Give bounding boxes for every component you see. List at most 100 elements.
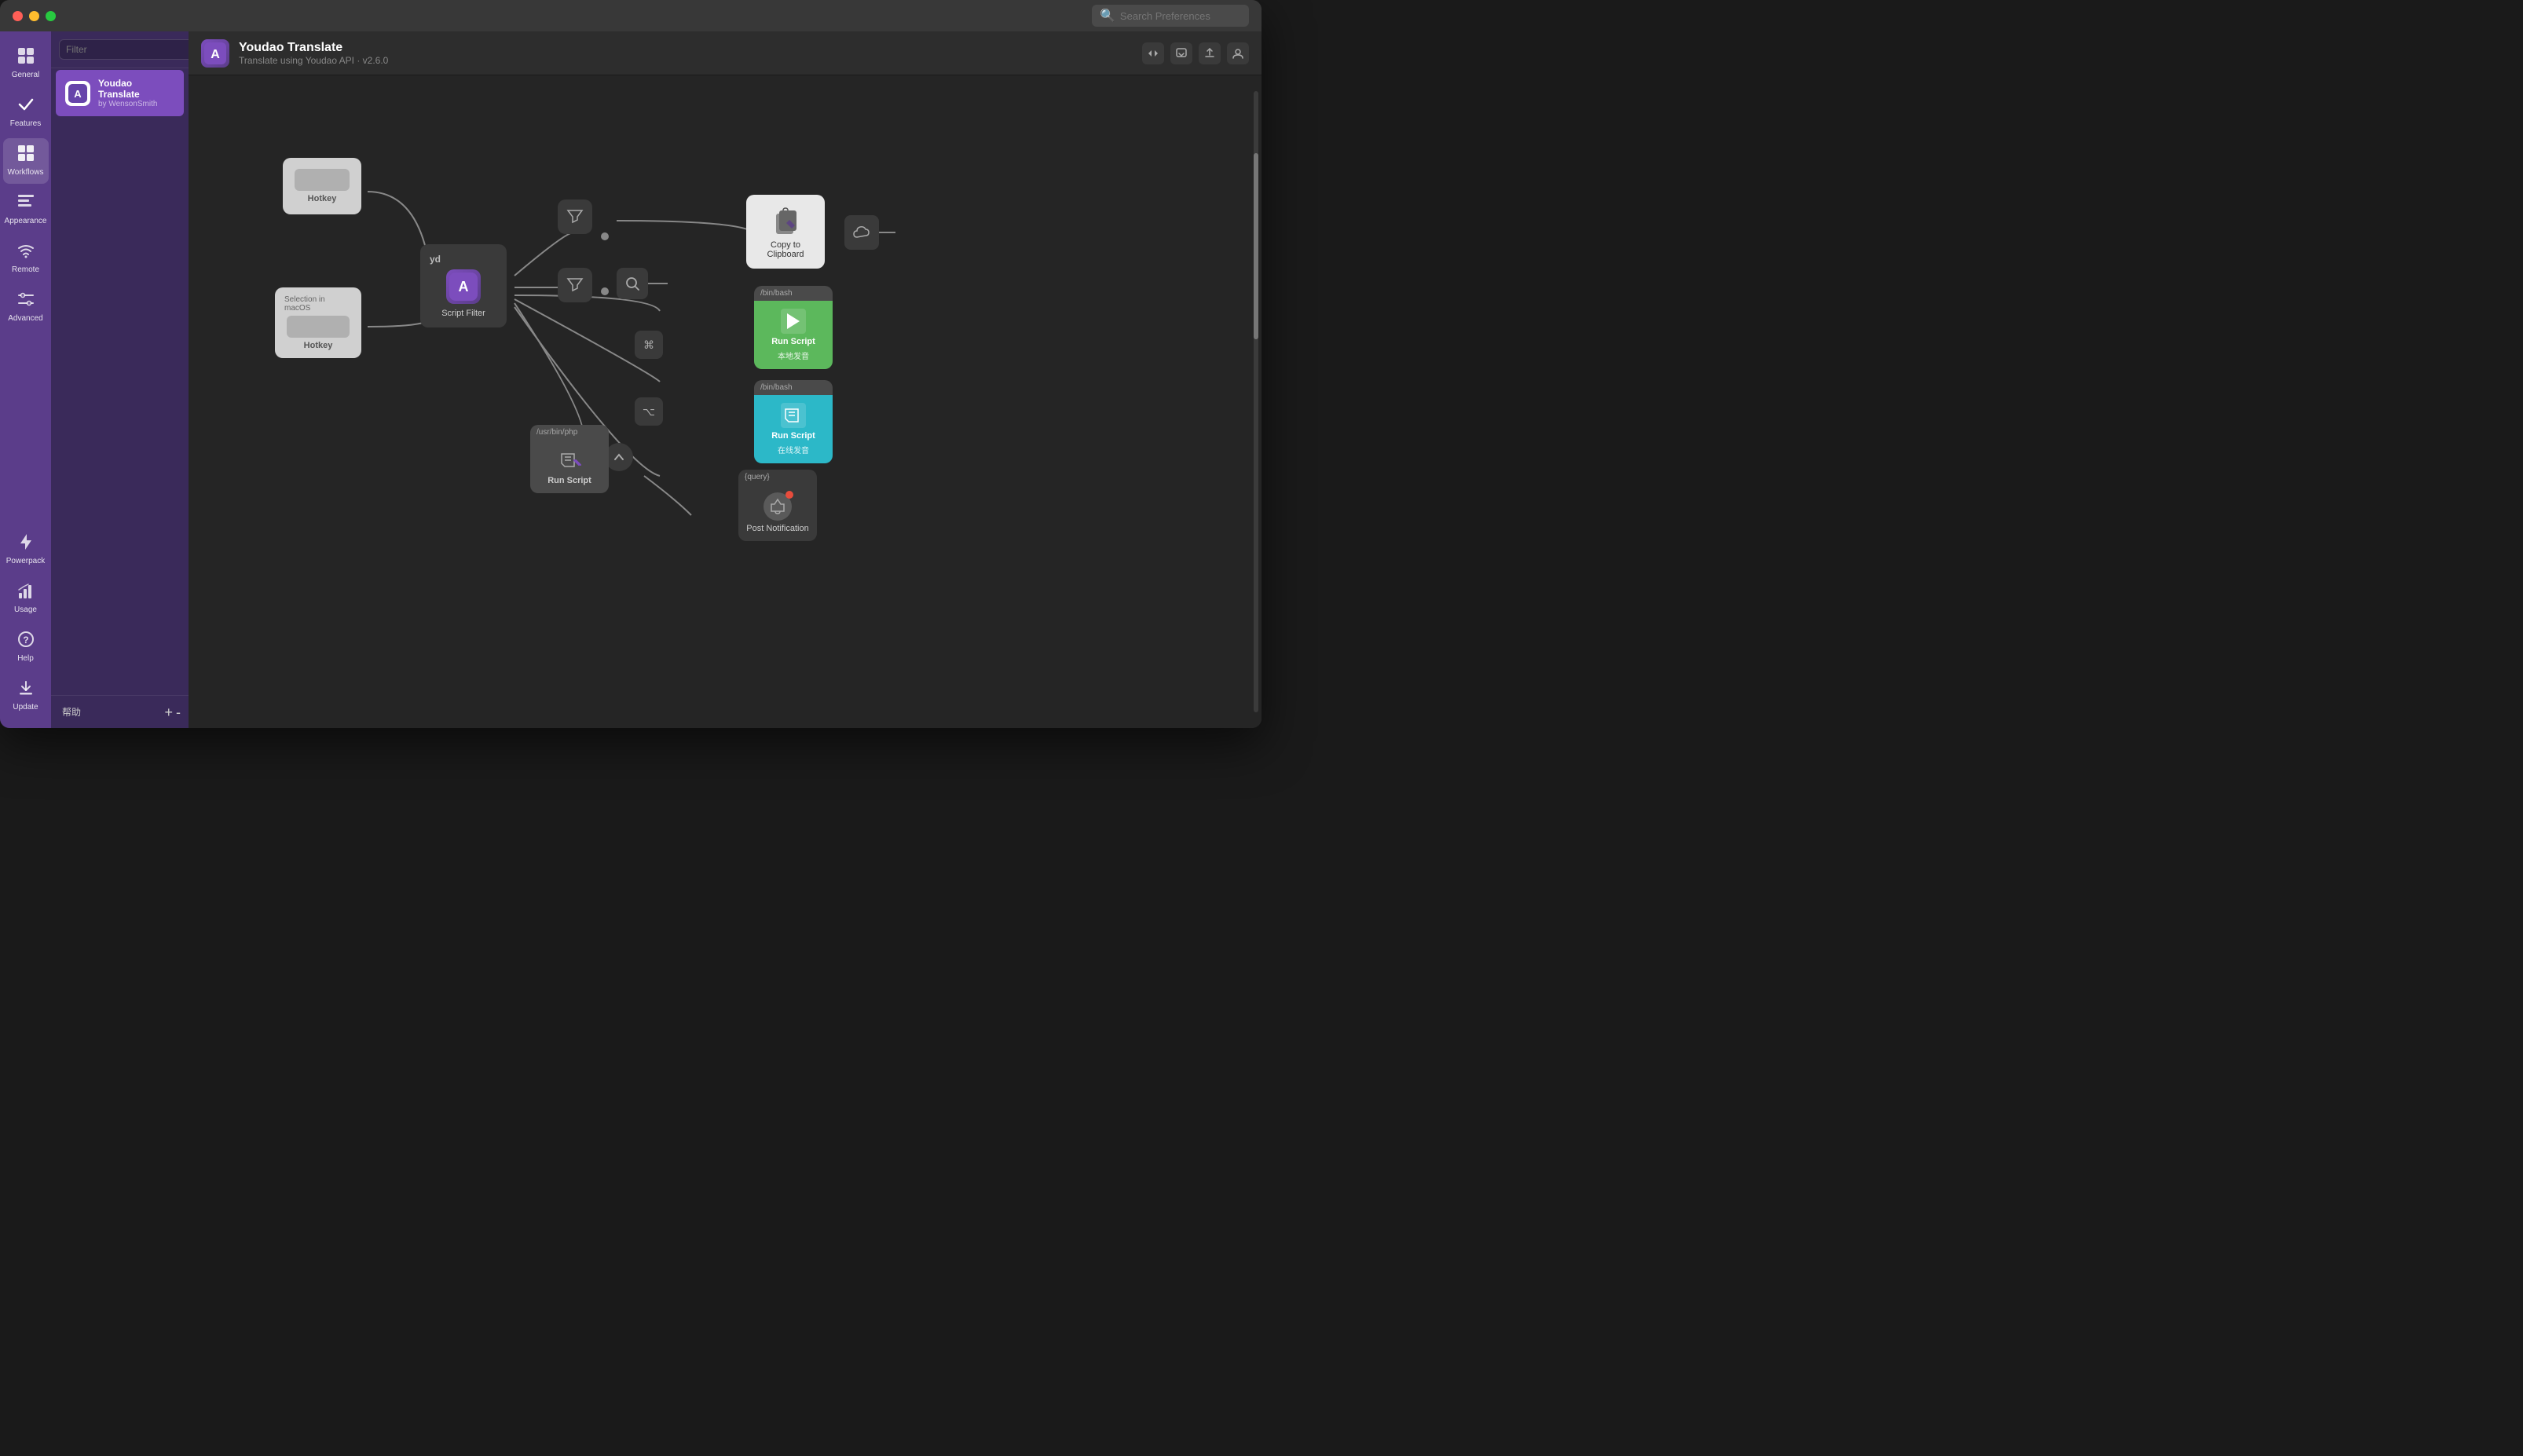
hotkey2-sublabel: Selection in macOS	[284, 295, 352, 313]
add-extension-button[interactable]: +	[164, 705, 173, 719]
sidebar-item-label: Update	[13, 703, 38, 712]
clipboard-label: Copy to Clipboard	[756, 240, 815, 259]
run-script-cyan-header: /bin/bash	[754, 380, 833, 395]
sidebar-item-label: Advanced	[8, 314, 42, 324]
post-notification-label: Post Notification	[746, 524, 808, 533]
sidebar-item-remote[interactable]: Remote	[3, 236, 49, 281]
sidebar-item-label: Workflows	[8, 168, 44, 177]
sidebar-item-advanced[interactable]: Advanced	[3, 284, 49, 330]
workflow-canvas[interactable]: Hotkey Selection in macOS Hotkey yd	[189, 75, 1262, 728]
hotkey-node-2[interactable]: Selection in macOS Hotkey	[275, 287, 361, 358]
import-button[interactable]	[1170, 42, 1192, 64]
remote-icon	[17, 242, 35, 262]
extension-name: Youdao Translate	[98, 78, 174, 100]
sidebar-item-label: Help	[17, 654, 34, 664]
up-chevron-node[interactable]	[605, 443, 633, 471]
run-script-green-node[interactable]: /bin/bash Run Script 本地发音	[754, 286, 833, 369]
run-script-green-header: /bin/bash	[754, 286, 833, 301]
workflow-title: Youdao Translate	[239, 41, 388, 55]
workflow-header: A Youdao Translate Translate using Youda…	[189, 31, 1262, 75]
main-content: General Features	[0, 31, 1262, 728]
sidebar-item-label: General	[12, 71, 40, 80]
traffic-lights	[13, 11, 56, 21]
help-button[interactable]: 帮助	[59, 704, 84, 720]
script-filter-node[interactable]: yd A Script Filter	[420, 244, 507, 327]
run-script-php-node[interactable]: /usr/bin/php Run Script	[530, 425, 609, 493]
remove-extension-button[interactable]: -	[176, 705, 181, 719]
general-icon	[17, 47, 35, 68]
notification-dot	[785, 491, 793, 499]
titlebar-search[interactable]: 🔍	[1092, 5, 1249, 27]
run-script-php-label: Run Script	[547, 476, 591, 485]
close-button[interactable]	[13, 11, 23, 21]
sidebar-item-label: Features	[10, 119, 41, 129]
titlebar: 🔍	[0, 0, 1262, 31]
hotkey-label-2: Hotkey	[304, 341, 333, 350]
workflow-header-actions	[1142, 42, 1249, 64]
run-script-php-header: /usr/bin/php	[530, 425, 609, 440]
run-script-cyan-sublabel: 在线发音	[778, 444, 809, 455]
post-notification-node[interactable]: {query} Post Notification	[738, 470, 817, 541]
sidebar-item-appearance[interactable]: Appearance	[3, 187, 49, 232]
minimize-button[interactable]	[29, 11, 39, 21]
search-icon-node[interactable]	[617, 268, 648, 299]
svg-text:A: A	[74, 88, 82, 100]
scroll-thumb[interactable]	[1254, 153, 1258, 339]
hotkey-node-1[interactable]: Hotkey	[283, 158, 361, 214]
workflows-icon	[17, 145, 35, 165]
cmd-key-node[interactable]: ⌘	[635, 331, 663, 359]
filter-node-1[interactable]	[558, 199, 592, 234]
run-script-cyan-label: Run Script	[771, 431, 815, 441]
search-icon: 🔍	[1100, 8, 1115, 24]
main-window: 🔍 General	[0, 0, 1262, 728]
sidebar-item-update[interactable]: Update	[3, 673, 49, 719]
search-input[interactable]	[1120, 10, 1241, 22]
cmd-symbol: ⌘	[643, 338, 654, 352]
powerpack-icon	[17, 533, 35, 554]
sidebar-item-label: Remote	[12, 265, 39, 275]
export-button[interactable]	[1199, 42, 1221, 64]
filter-node-2[interactable]	[558, 268, 592, 302]
alt-symbol: ⌥	[643, 405, 655, 419]
sidebar-extensions: ✕ A Youdao Translate by WensonSmith 帮助 +	[51, 31, 189, 728]
maximize-button[interactable]	[46, 11, 56, 21]
sidebar-item-help[interactable]: ? Help	[3, 624, 49, 670]
hotkey-label-1: Hotkey	[308, 194, 337, 203]
extension-author: by WensonSmith	[98, 100, 174, 108]
svg-text:A: A	[459, 279, 469, 294]
svg-text:A: A	[211, 48, 220, 61]
sidebar-item-features[interactable]: Features	[3, 90, 49, 135]
hotkey-key-2	[287, 316, 350, 338]
extension-item-youdao[interactable]: A Youdao Translate by WensonSmith	[56, 70, 184, 116]
sidebar-item-usage[interactable]: Usage	[3, 576, 49, 621]
script-filter-icon: A	[446, 269, 481, 304]
hotkey-key-1	[295, 169, 350, 191]
run-script-green-sublabel: 本地发音	[778, 349, 809, 361]
scroll-track	[1254, 91, 1258, 712]
features-icon	[17, 96, 35, 116]
workflow-area: A Youdao Translate Translate using Youda…	[189, 31, 1262, 728]
filter-bar: ✕	[51, 31, 189, 68]
sidebar-item-label: Powerpack	[6, 557, 45, 566]
sidebar-left: General Features	[0, 31, 51, 728]
sidebar-bottom-bar: 帮助 + -	[51, 695, 189, 728]
sidebar-item-label: Usage	[14, 605, 37, 615]
filter-input[interactable]	[59, 39, 195, 60]
extension-info: Youdao Translate by WensonSmith	[98, 78, 174, 108]
run-script-cyan-node[interactable]: /bin/bash Run Script 在线发音	[754, 380, 833, 463]
sidebar-item-workflows[interactable]: Workflows	[3, 138, 49, 184]
alt-key-node[interactable]: ⌥	[635, 397, 663, 426]
help-icon: ?	[17, 631, 35, 651]
appearance-icon	[17, 193, 35, 214]
toggle-button[interactable]	[1142, 42, 1164, 64]
sidebar-item-powerpack[interactable]: Powerpack	[3, 527, 49, 573]
workflow-subtitle: Translate using Youdao API · v2.6.0	[239, 55, 388, 66]
extension-icon: A	[65, 81, 90, 106]
advanced-icon	[17, 291, 35, 311]
sidebar-item-general[interactable]: General	[3, 41, 49, 86]
cloud-node[interactable]	[844, 215, 879, 250]
user-button[interactable]	[1227, 42, 1249, 64]
copy-clipboard-node[interactable]: Copy to Clipboard	[746, 195, 825, 269]
usage-icon	[17, 582, 35, 602]
run-script-green-label: Run Script	[771, 337, 815, 346]
